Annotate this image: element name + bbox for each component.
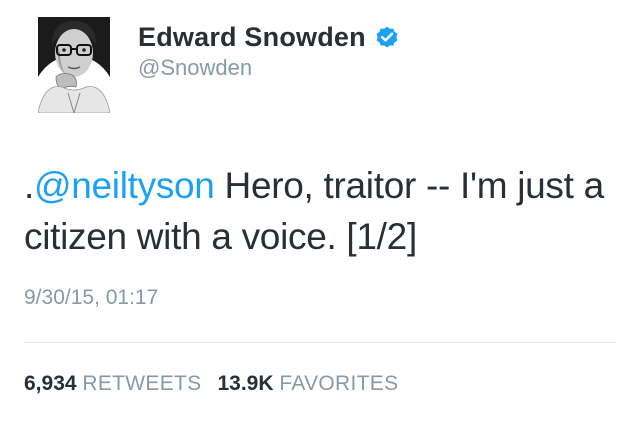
avatar[interactable]: [38, 17, 110, 113]
tweet-card: Edward Snowden @Snowden .@neiltyson Hero…: [0, 0, 640, 421]
divider: [24, 342, 616, 343]
favorites-label: FAVORITES: [279, 372, 399, 395]
tweet-stats: 6,934 RETWEETS 13.9K FAVORITES: [24, 372, 398, 396]
retweets-stat[interactable]: 6,934 RETWEETS: [24, 372, 201, 396]
user-name-row: Edward Snowden: [138, 22, 400, 52]
favorites-count: 13.9K: [217, 372, 274, 395]
avatar-portrait: [38, 17, 110, 113]
display-name[interactable]: Edward Snowden: [138, 22, 366, 53]
retweets-label: RETWEETS: [82, 372, 202, 395]
user-handle[interactable]: @Snowden: [138, 55, 252, 81]
mention-link[interactable]: @neiltyson: [34, 165, 215, 206]
favorites-stat[interactable]: 13.9K FAVORITES: [217, 372, 398, 396]
tweet-prefix: .: [24, 165, 34, 206]
verified-badge-icon: [374, 24, 400, 50]
tweet-timestamp[interactable]: 9/30/15, 01:17: [24, 286, 158, 310]
retweets-count: 6,934: [24, 372, 77, 395]
tweet-text: .@neiltyson Hero, traitor -- I'm just a …: [24, 160, 624, 262]
